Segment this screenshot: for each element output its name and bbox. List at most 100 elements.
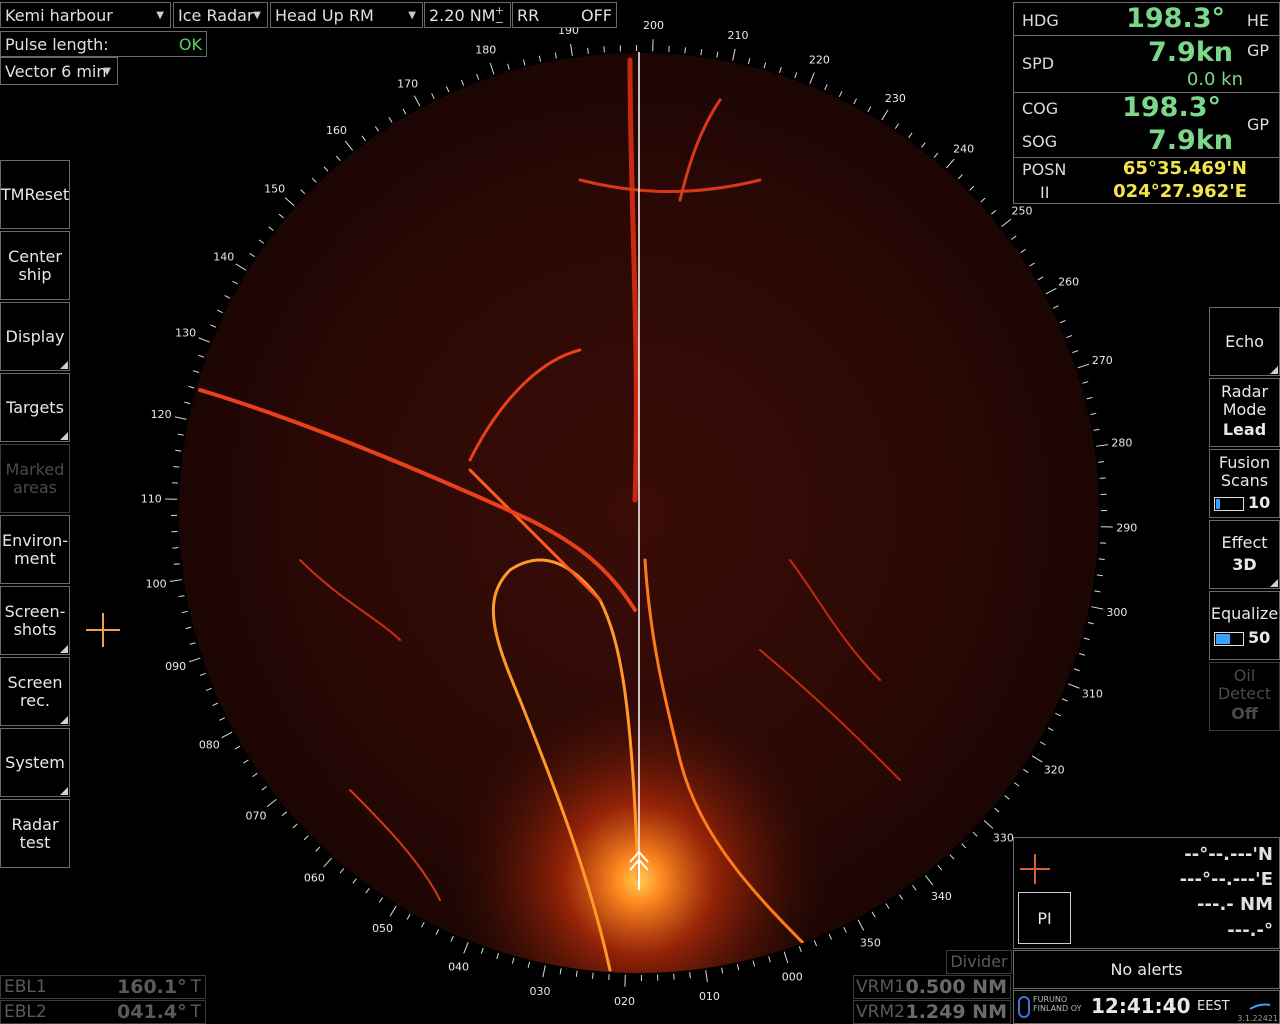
vrm1-label: VRM1: [856, 977, 905, 997]
bearing-label: 170: [397, 77, 418, 90]
bearing-tick: [221, 731, 233, 739]
bearing-tick: [1045, 287, 1057, 295]
bearing-label: 180: [475, 44, 496, 57]
center-ship-button[interactable]: Center ship: [0, 231, 70, 300]
bearing-tick: [1077, 363, 1090, 369]
divider-button[interactable]: Divider: [946, 950, 1012, 974]
radar-mode-value: Lead: [1222, 420, 1267, 439]
screen-rec-button[interactable]: Screen rec.: [0, 657, 70, 726]
screenshots-button[interactable]: Screen- shots: [0, 586, 70, 655]
oil-detect-label: Oil Detect: [1217, 666, 1272, 703]
orientation-select[interactable]: Head Up RM ▼: [270, 2, 423, 28]
fusion-scans-control[interactable]: Fusion Scans 10: [1209, 449, 1280, 518]
bearing-tick: [1040, 741, 1046, 746]
bearing-tick: [261, 786, 267, 791]
bearing-tick: [460, 79, 465, 86]
fusion-level-bar: [1214, 496, 1244, 511]
ebl1-label: EBL1: [4, 977, 47, 997]
range-stepper[interactable]: 2.20 NM + −: [424, 2, 511, 29]
environment-button[interactable]: Environ- ment: [0, 515, 70, 584]
bearing-tick: [198, 337, 210, 343]
pulse-length-status: Pulse length: OK: [0, 31, 207, 57]
bearing-label: 310: [1082, 687, 1103, 700]
bearing-label: 220: [809, 54, 830, 67]
vrm2-readout[interactable]: VRM2 1.249 NM: [853, 1000, 1011, 1024]
tm-reset-button[interactable]: TMReset: [0, 160, 70, 229]
bearing-tick: [235, 263, 247, 271]
bearing-label: 320: [1044, 763, 1065, 776]
pi-label: PI: [1037, 909, 1052, 928]
cursor-cross-icon: [86, 613, 120, 647]
pi-button[interactable]: PI: [1018, 892, 1071, 944]
rain-rejection-toggle[interactable]: RR OFF: [512, 2, 617, 28]
display-button[interactable]: Display: [0, 302, 70, 371]
fusion-scans-slider[interactable]: 10: [1210, 494, 1279, 512]
bearing-tick: [994, 807, 1000, 813]
bearing-tick: [189, 642, 196, 645]
radar-mode-button[interactable]: Radar Mode Lead: [1209, 378, 1280, 447]
environment-label: Environ- ment: [1, 530, 69, 568]
bearing-tick: [1082, 381, 1089, 384]
effect-button[interactable]: Effect 3D: [1209, 520, 1280, 589]
fusion-scans-value: 10: [1248, 493, 1271, 512]
vrm1-readout[interactable]: VRM1 0.500 NM: [853, 975, 1011, 999]
ebl2-readout[interactable]: EBL2 041.4° T: [0, 1000, 206, 1024]
system-button[interactable]: System: [0, 728, 70, 797]
bearing-tick: [323, 166, 329, 172]
bearing-tick: [1037, 276, 1044, 281]
bearing-tick: [813, 940, 818, 947]
bearing-tick: [871, 911, 876, 918]
bearing-tick: [489, 62, 495, 75]
bearing-tick: [284, 197, 295, 207]
bearing-tick: [476, 73, 480, 80]
bearing-tick: [684, 47, 686, 54]
bearing-tick: [445, 86, 450, 93]
marked-areas-button[interactable]: Marked areas: [0, 444, 70, 513]
bearing-label: 130: [175, 327, 196, 340]
bearing-tick: [210, 324, 217, 328]
stepper-icon[interactable]: + −: [495, 5, 504, 29]
equalize-slider[interactable]: 50: [1210, 629, 1279, 647]
bearing-label: 340: [931, 890, 952, 903]
bearing-label: 210: [727, 29, 748, 42]
bearing-tick: [300, 189, 306, 195]
bearing-tick: [1020, 248, 1026, 254]
bearing-tick: [198, 354, 205, 358]
alerts-panel[interactable]: No alerts: [1013, 950, 1280, 989]
spd-label: SPD: [1022, 54, 1055, 73]
bearing-tick: [538, 55, 542, 62]
bearing-tick: [1055, 712, 1061, 717]
bearing-tick: [378, 897, 384, 903]
radar-test-button[interactable]: Radar test: [0, 799, 70, 868]
display-label: Display: [5, 326, 65, 346]
bearing-tick: [177, 433, 184, 436]
targets-button[interactable]: Targets: [0, 373, 70, 442]
chevron-down-icon: ▼: [156, 10, 164, 21]
oil-detect-button[interactable]: Oil Detect Off: [1209, 662, 1280, 731]
bearing-tick: [798, 946, 802, 953]
radar-source-select[interactable]: Ice Radar ▼: [173, 2, 268, 28]
screenshots-label: Screen- shots: [4, 601, 66, 639]
tm-reset-label: TMReset: [0, 184, 70, 204]
bearing-tick: [185, 626, 192, 630]
bearing-tick: [972, 831, 978, 837]
bearing-tick: [1083, 637, 1090, 641]
bearing-tick: [933, 152, 939, 158]
bearing-tick: [843, 926, 847, 933]
furuno-logo-icon: [1018, 996, 1030, 1018]
equalize-control[interactable]: Equalize 50: [1209, 591, 1280, 660]
bearing-tick: [838, 91, 843, 97]
echo-label: Echo: [1225, 332, 1264, 351]
vector-select[interactable]: Vector 6 min ▼: [0, 57, 118, 85]
bearing-label: 240: [953, 143, 974, 156]
rr-value: OFF: [581, 6, 612, 25]
bearing-tick: [1094, 590, 1101, 593]
posn-label: POSN: [1022, 160, 1067, 179]
bearing-tick: [252, 772, 258, 778]
bearing-tick: [234, 745, 241, 750]
echo-button[interactable]: Echo: [1209, 307, 1280, 376]
area-select[interactable]: Kemi harbour ▼: [0, 2, 171, 28]
clock-tz: EEST: [1197, 999, 1230, 1014]
range-value: 2.20 NM: [429, 6, 496, 25]
ebl1-readout[interactable]: EBL1 160.1° T: [0, 975, 206, 999]
